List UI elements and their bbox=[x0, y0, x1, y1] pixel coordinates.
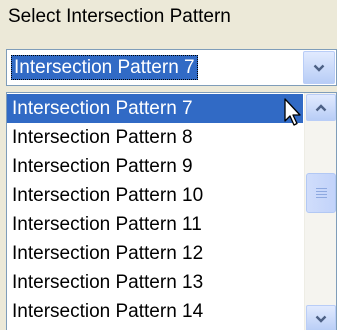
list-item[interactable]: Intersection Pattern 14 bbox=[7, 297, 303, 326]
chevron-down-icon bbox=[313, 64, 325, 72]
chevron-up-icon bbox=[315, 103, 327, 111]
chevron-down-icon bbox=[315, 315, 327, 323]
pattern-combobox[interactable]: Intersection Pattern 7 bbox=[6, 49, 337, 86]
caption-label: Select Intersection Pattern bbox=[8, 6, 231, 27]
scroll-down-button[interactable] bbox=[306, 305, 336, 330]
list-item[interactable]: Intersection Pattern 10 bbox=[7, 181, 303, 210]
dropdown-button[interactable] bbox=[303, 51, 335, 84]
list-item[interactable]: Intersection Pattern 12 bbox=[7, 239, 303, 268]
scroll-up-button[interactable] bbox=[306, 94, 336, 121]
scroll-thumb[interactable] bbox=[306, 173, 336, 213]
vertical-scrollbar[interactable] bbox=[304, 93, 336, 330]
list-item[interactable]: Intersection Pattern 7 bbox=[7, 94, 303, 123]
mouse-pointer-icon bbox=[284, 98, 301, 126]
list-item[interactable]: Intersection Pattern 13 bbox=[7, 268, 303, 297]
list-item[interactable]: Intersection Pattern 9 bbox=[7, 152, 303, 181]
combobox-value: Intersection Pattern 7 bbox=[11, 55, 198, 80]
list-item[interactable]: Intersection Pattern 11 bbox=[7, 210, 303, 239]
list-item[interactable]: Intersection Pattern 8 bbox=[7, 123, 303, 152]
